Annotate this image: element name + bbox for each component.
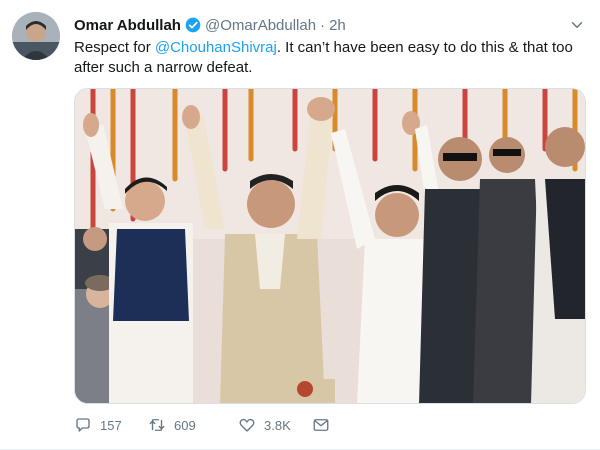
separator-dot: ·	[320, 16, 326, 34]
reply-button[interactable]: 157	[74, 412, 148, 438]
tweet-header: Omar Abdullah @OmarAbdullah · 2h	[74, 14, 586, 36]
tweet-text-before: Respect for	[74, 39, 155, 56]
reply-count: 157	[100, 417, 122, 433]
author-name[interactable]: Omar Abdullah	[74, 17, 181, 34]
action-bar: 157 609 3.8K	[74, 412, 338, 438]
like-button[interactable]: 3.8K	[238, 412, 312, 438]
timestamp[interactable]: 2h	[329, 17, 346, 34]
retweet-button[interactable]: 609	[148, 412, 238, 438]
tweet-card[interactable]: Omar Abdullah @OmarAbdullah · 2h Respect…	[0, 0, 600, 450]
envelope-icon	[313, 419, 329, 431]
avatar[interactable]	[12, 12, 60, 60]
reply-icon	[76, 418, 90, 432]
mention-link[interactable]: @ChouhanShivraj	[155, 39, 277, 56]
tweet-text: Respect for @ChouhanShivraj. It can’t ha…	[74, 38, 574, 78]
author-handle[interactable]: @OmarAbdullah	[205, 17, 316, 34]
photo-scene	[75, 89, 585, 403]
verified-badge-icon	[185, 17, 201, 33]
chevron-down-icon[interactable]	[568, 16, 586, 34]
like-count: 3.8K	[264, 417, 291, 433]
heart-icon	[239, 418, 255, 432]
retweet-icon	[149, 419, 165, 431]
direct-message-button[interactable]	[312, 412, 338, 438]
tweet-photo[interactable]	[74, 88, 586, 404]
retweet-count: 609	[174, 417, 196, 433]
